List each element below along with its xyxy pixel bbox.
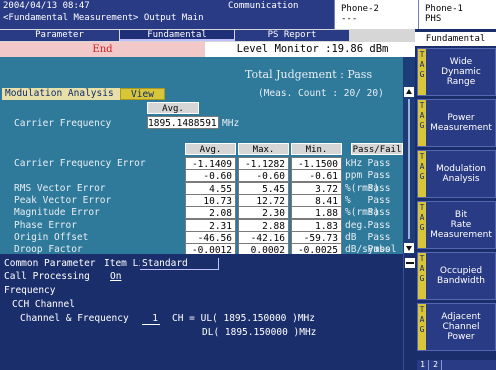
row-label: Carrier Frequency Error	[14, 158, 146, 169]
lower-scrollbar[interactable]	[403, 254, 415, 370]
downlink-frequency: DL( 1895.150000 )MHz	[202, 327, 317, 338]
softkey-label-line: Measurement	[430, 123, 492, 133]
softkey-6[interactable]: T A G Adjacent Channel Power	[417, 303, 496, 351]
row-min-value: -0.61	[291, 169, 342, 182]
phone-1-status: PHS	[425, 14, 442, 24]
phone-1-title: Phone-1	[425, 4, 463, 14]
softkey-panel-title: Fundamental	[415, 32, 496, 46]
phone-2-title: Phone-2	[341, 4, 379, 14]
row-min-value: 1.88	[291, 206, 342, 219]
call-processing-value[interactable]: On	[110, 271, 121, 283]
softkey-5[interactable]: T A G Occupied Bandwidth	[417, 252, 496, 300]
softkey-label-line: Bandwidth	[437, 276, 485, 286]
cch-channel-label: CCH Channel	[12, 299, 75, 310]
row-max-value: 2.30	[238, 206, 289, 219]
row-pass-fail: Pass	[367, 207, 391, 218]
softkey-1[interactable]: T A G Wide Dynamic Range	[417, 48, 496, 96]
carrier-frequency-avg-header: Avg.	[147, 102, 199, 114]
results-scrollbar[interactable]	[403, 57, 415, 254]
softkey-pages: 12	[417, 360, 496, 370]
softkey-label-line: Analysis	[442, 174, 480, 184]
softkey-label: Occupied Bandwidth	[428, 253, 494, 299]
view-button[interactable]: View	[120, 88, 165, 100]
softkey-panel: Fundamental T A G Wide Dynamic Range T A G Po…	[415, 29, 496, 370]
softkey-label-line: Occupied	[439, 266, 483, 276]
phone-2-panel[interactable]: Phone-2 ---	[334, 0, 418, 29]
softkey-tag: T A G	[418, 304, 426, 350]
carrier-frequency-value: 1895.1488591	[147, 116, 219, 129]
scroll-up-icon[interactable]	[404, 87, 414, 97]
call-processing-label: Call Processing	[4, 271, 90, 282]
uplink-frequency: CH = UL( 1895.150000 )MHz	[172, 313, 315, 324]
channel-number-field[interactable]: 1	[142, 313, 160, 325]
softkey-label-line: Range	[446, 77, 476, 87]
softkey-label-line: Adjacent	[441, 312, 481, 322]
softkey-label-line: Power	[447, 332, 475, 342]
end-indicator: End	[0, 42, 205, 57]
frequency-label: Frequency	[4, 285, 56, 296]
softkey-label-line: Dynamic	[441, 67, 481, 77]
softkey-label-line: Power	[447, 113, 475, 123]
tab-parameter[interactable]: Parameter	[0, 30, 120, 41]
carrier-frequency-unit: MHz	[222, 118, 240, 129]
softkey-label: Adjacent Channel Power	[428, 304, 494, 350]
measurement-mode: <Fundamental Measurement> Output Main	[3, 13, 204, 23]
softkey-page-1[interactable]: 1	[417, 360, 429, 370]
softkey-3[interactable]: T A G Modulation Analysis	[417, 150, 496, 198]
header-bar: 2004/04/13 08:47 <Fundamental Measuremen…	[0, 0, 496, 29]
item-list-select[interactable]: Standard	[140, 258, 219, 270]
col-header-max: Max.	[238, 143, 289, 155]
softkey-tag: T A G	[418, 100, 426, 146]
softkey-4[interactable]: T A G Bit Rate Measurement	[417, 201, 496, 249]
tab-ps-report[interactable]: PS Report	[235, 30, 350, 41]
phone-2-status: ---	[341, 14, 358, 24]
softkey-label-line: Wide	[449, 57, 473, 67]
scroll-track[interactable]	[408, 99, 410, 239]
results-panel: Total Judgement : Pass Modulation Analys…	[0, 57, 403, 256]
softkey-tag: T A G	[418, 202, 426, 248]
total-judgement: Total Judgement : Pass	[245, 68, 373, 81]
communication-status: Communication	[228, 1, 299, 11]
tab-fundamental[interactable]: Fundamental	[120, 30, 235, 41]
col-header-pass-fail: Pass/Fail	[351, 143, 403, 155]
status-bar: End Level Monitor :19.86 dBm	[0, 42, 415, 57]
softkey-label-line: Bit	[454, 210, 468, 220]
softkey-label-line: Modulation	[436, 164, 486, 174]
meas-count: (Meas. Count : 20/ 20)	[258, 88, 384, 99]
softkey-2[interactable]: T A G Power Measurement	[417, 99, 496, 147]
softkey-label: Bit Rate Measurement	[428, 202, 494, 248]
collapse-icon[interactable]	[405, 258, 415, 268]
row-label: Magnitude Error	[14, 207, 100, 218]
softkey-tag: T A G	[418, 49, 426, 95]
softkey-label-line: Rate	[450, 220, 472, 230]
softkey-label: Wide Dynamic Range	[428, 49, 494, 95]
softkey-label-line: Measurement	[430, 230, 492, 240]
softkey-label: Modulation Analysis	[428, 151, 494, 197]
carrier-frequency-label: Carrier Frequency	[14, 118, 112, 129]
row-max-value: -0.60	[238, 169, 289, 182]
tab-bar: Parameter Fundamental PS Report	[0, 29, 415, 42]
level-monitor: Level Monitor :19.86 dBm	[236, 43, 389, 55]
row-pass-fail: Pass	[367, 170, 391, 181]
common-parameter-title: Common Parameter	[4, 258, 96, 269]
common-parameter-panel: Common Parameter Item List Standard Call…	[0, 254, 415, 370]
scroll-down-icon[interactable]	[404, 243, 414, 253]
softkey-page-2[interactable]: 2	[430, 360, 442, 370]
row-avg-value: -0.60	[185, 169, 236, 182]
softkey-tag: T A G	[418, 253, 426, 299]
row-avg-value: 2.08	[185, 206, 236, 219]
col-header-min: Min.	[291, 143, 342, 155]
softkey-label-line: Channel	[442, 322, 480, 332]
phone-1-panel[interactable]: Phone-1 PHS	[418, 0, 496, 29]
col-header-avg: Avg.	[185, 143, 236, 155]
datetime: 2004/04/13 08:47	[3, 1, 90, 11]
channel-frequency-label: Channel & Frequency	[20, 313, 129, 324]
softkey-label: Power Measurement	[428, 100, 494, 146]
softkey-tag: T A G	[418, 151, 426, 197]
